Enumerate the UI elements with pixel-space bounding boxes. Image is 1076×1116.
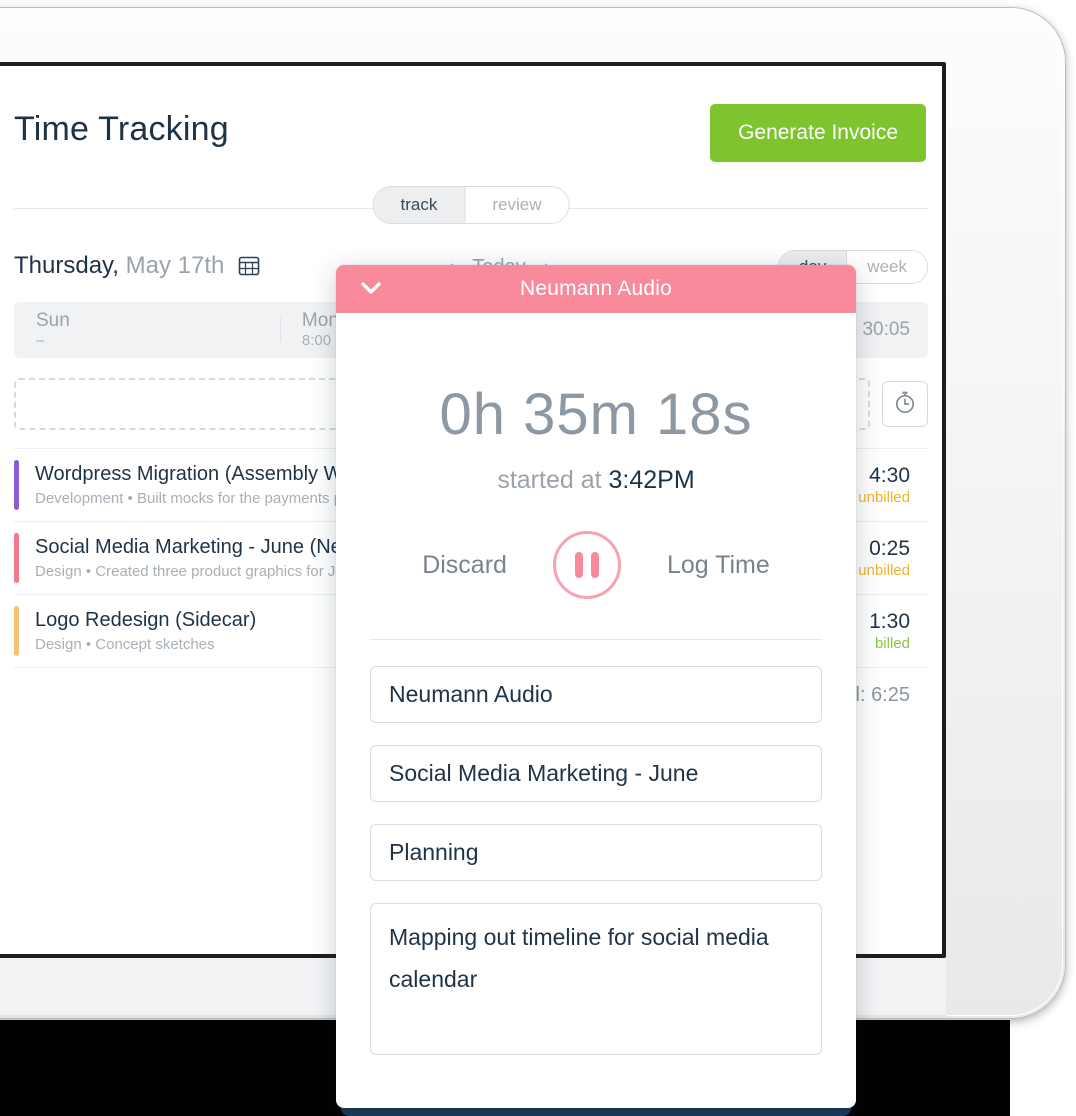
week-day-value: – <box>36 332 45 349</box>
week-day-name: Sun <box>36 310 70 331</box>
view-toggle-row: track review <box>14 186 928 230</box>
pause-icon <box>590 552 599 578</box>
pause-button[interactable] <box>552 531 621 599</box>
date-day: May 17th <box>125 251 225 279</box>
page-title: Time Tracking <box>14 110 229 148</box>
notes-field[interactable]: Mapping out timeline for social media ca… <box>370 903 822 1055</box>
app-header: Time Tracking Generate Invoice <box>14 66 928 162</box>
stopwatch-icon <box>892 389 918 420</box>
generate-invoice-button[interactable]: Generate Invoice <box>710 104 926 162</box>
elapsed-time: 0h 35m 18s <box>439 382 753 447</box>
pause-icon <box>574 552 583 578</box>
current-date-label[interactable]: Thursday, May 17th <box>14 252 260 283</box>
client-field[interactable] <box>370 666 822 723</box>
tab-week[interactable]: week <box>846 251 927 283</box>
start-timer-button[interactable] <box>882 381 928 427</box>
started-at-label: started at 3:42PM <box>336 448 856 495</box>
discard-button[interactable]: Discard <box>422 551 507 580</box>
task-field[interactable] <box>370 824 822 881</box>
calendar-icon[interactable] <box>238 254 260 283</box>
started-at-time: 3:42PM <box>608 466 695 494</box>
modal-title: Neumann Audio <box>519 277 673 300</box>
chevron-down-icon[interactable] <box>358 279 384 302</box>
started-at-prefix: started at <box>497 466 609 494</box>
view-toggle[interactable]: track review <box>372 186 570 224</box>
date-weekday: Thursday, <box>14 251 119 279</box>
modal-header: Neumann Audio <box>336 265 856 313</box>
timer-actions: Discard Log Time <box>336 495 856 599</box>
week-day-cell[interactable]: Sun – <box>14 310 280 350</box>
project-field[interactable] <box>370 745 822 802</box>
tab-review[interactable]: review <box>464 187 569 223</box>
timer-form: Mapping out timeline for social media ca… <box>336 640 856 1082</box>
log-time-button[interactable]: Log Time <box>667 551 770 580</box>
timer-modal: Neumann Audio 0h 35m 18s started at 3:42… <box>336 265 856 1108</box>
tab-track[interactable]: track <box>373 187 465 223</box>
